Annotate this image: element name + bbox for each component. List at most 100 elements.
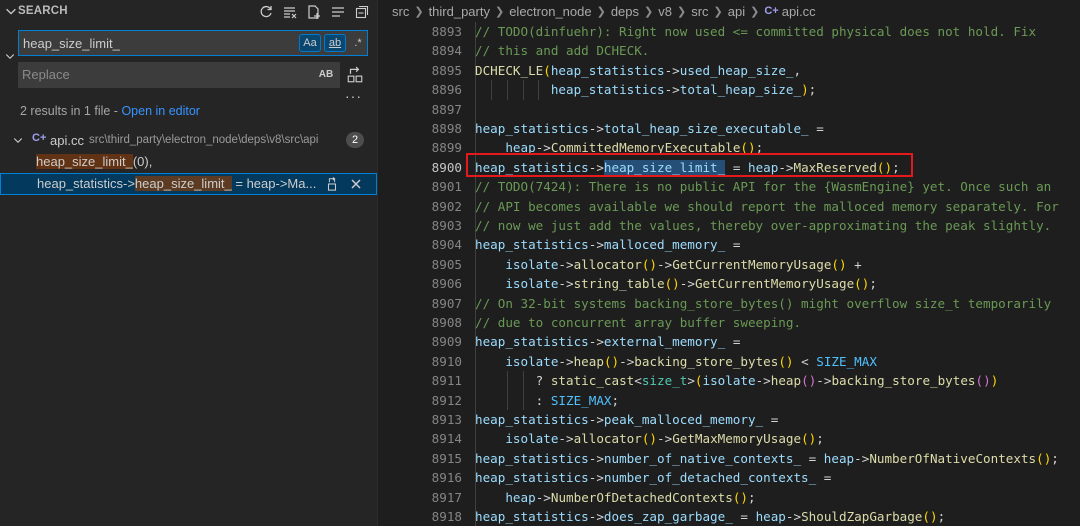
- line-number: 8915: [431, 450, 462, 466]
- match-context: = heap->Ma...: [231, 176, 317, 191]
- code-line: 8909 heap_statistics->external_memory_ =: [378, 332, 1080, 351]
- search-sidebar: SEARCH Aa ab .* AB: [0, 0, 377, 526]
- code-line: 8914 isolate->allocator()->GetMaxMemoryU…: [378, 429, 1080, 448]
- collapse-all-icon[interactable]: [353, 3, 371, 21]
- line-content: isolate->allocator()->GetCurrentMemoryUs…: [505, 256, 862, 272]
- code-line: 8896 heap_statistics->total_heap_size_);: [378, 80, 1080, 99]
- line-number: 8900: [431, 159, 462, 175]
- breadcrumb-item[interactable]: deps: [611, 4, 639, 19]
- more-options-icon[interactable]: ···: [345, 88, 362, 104]
- code-line: 8903 // now we just add the values, there…: [378, 216, 1080, 235]
- chevron-down-icon[interactable]: [12, 134, 24, 146]
- line-number: 8906: [431, 276, 462, 292]
- breadcrumb-item[interactable]: third_party: [429, 4, 490, 19]
- line-number: 8918: [431, 509, 462, 524]
- code-line: 8918 heap_statistics->does_zap_garbage_ =…: [378, 507, 1080, 526]
- breadcrumb-item[interactable]: src: [691, 4, 708, 19]
- breadcrumb-item[interactable]: v8: [658, 4, 672, 19]
- search-actions: [257, 3, 371, 21]
- refresh-icon[interactable]: [257, 3, 275, 21]
- search-result-match-selected[interactable]: heap_statistics->heap_size_limit_ = heap…: [0, 173, 377, 195]
- line-number: 8916: [431, 470, 462, 486]
- code-line: 8897: [378, 100, 1080, 119]
- line-number: 8905: [431, 256, 462, 272]
- line-content: // now we just add the values, thereby o…: [475, 218, 1052, 233]
- code-line: 8898 heap_statistics->total_heap_size_exe…: [378, 119, 1080, 138]
- line-content: heap_statistics->external_memory_ =: [475, 334, 741, 350]
- regex-toggle[interactable]: .*: [349, 34, 367, 52]
- chevron-right-icon: ❯: [414, 5, 424, 18]
- line-content: : SIZE_MAX;: [475, 392, 620, 408]
- code-line: 8902 // API becomes available we should r…: [378, 197, 1080, 216]
- breadcrumb: src ❯ third_party ❯ electron_node ❯ deps ❯ v…: [378, 0, 1080, 22]
- code-line: 8917 heap->NumberOfDetachedContexts();: [378, 488, 1080, 507]
- line-number: 8917: [431, 489, 462, 505]
- line-number: 8908: [431, 315, 462, 330]
- breadcrumb-item[interactable]: api: [728, 4, 745, 19]
- toggle-replace-icon[interactable]: [4, 50, 16, 62]
- line-number: 8898: [431, 121, 462, 136]
- match-context: heap_statistics->: [37, 176, 135, 191]
- open-in-editor-link[interactable]: Open in editor: [121, 104, 200, 118]
- view-as-tree-icon[interactable]: [329, 3, 347, 21]
- chevron-right-icon: ❯: [750, 5, 760, 18]
- line-content: heap_statistics->number_of_native_contex…: [475, 450, 1059, 466]
- chevron-right-icon: ❯: [644, 5, 654, 18]
- match-case-toggle[interactable]: Aa: [299, 34, 321, 52]
- preserve-case-toggle[interactable]: AB: [315, 65, 337, 83]
- replace-input-box: AB: [18, 62, 340, 88]
- line-number: 8909: [431, 334, 462, 350]
- code-line: 8901 // TODO(7424): There is no public AP…: [378, 177, 1080, 196]
- line-number: 8901: [431, 179, 462, 195]
- line-number: 8894: [431, 43, 462, 59]
- line-number: 8912: [431, 392, 462, 408]
- line-number: 8895: [431, 62, 462, 78]
- replace-input[interactable]: [22, 65, 292, 83]
- replace-icon[interactable]: [324, 176, 340, 192]
- code-line: 8904 heap_statistics->malloced_memory_ =: [378, 235, 1080, 254]
- new-search-editor-icon[interactable]: [305, 3, 323, 21]
- breadcrumb-item[interactable]: electron_node: [509, 4, 591, 19]
- search-header: SEARCH: [0, 0, 377, 24]
- line-number: 8903: [431, 218, 462, 233]
- line-content: isolate->heap()->backing_store_bytes() <…: [505, 353, 877, 369]
- cpp-file-icon: C+: [32, 132, 47, 144]
- result-file-row[interactable]: C+ api.cc src\third_party\electron_node\…: [0, 130, 377, 150]
- code-line: 8907 // On 32-bit systems backing_store_b…: [378, 294, 1080, 313]
- dismiss-icon[interactable]: [348, 176, 364, 192]
- chevron-right-icon: ❯: [676, 5, 687, 18]
- match-context: (0),: [132, 154, 153, 169]
- line-content: heap_statistics->total_heap_size_executa…: [475, 121, 824, 136]
- line-content: heap_statistics->number_of_detached_cont…: [475, 470, 832, 486]
- replace-all-icon[interactable]: [346, 66, 364, 84]
- code-line: 8908 // due to concurrent array buffer sw…: [378, 313, 1080, 332]
- clear-results-icon[interactable]: [281, 3, 299, 21]
- chevron-right-icon: ❯: [713, 5, 723, 18]
- search-result-match[interactable]: heap_size_limit_(0),: [0, 151, 377, 173]
- search-input[interactable]: [23, 34, 293, 52]
- match-actions: [324, 176, 364, 192]
- code-line: 8915 heap_statistics->number_of_native_co…: [378, 449, 1080, 468]
- match-highlight: heap_size_limit_: [36, 154, 133, 169]
- chevron-down-icon[interactable]: [4, 4, 18, 18]
- line-number: 8910: [431, 353, 462, 369]
- line-number: 8907: [431, 295, 462, 311]
- line-number: 8914: [431, 431, 462, 447]
- line-number: 8913: [431, 412, 462, 427]
- code-line: 8910 isolate->heap()->backing_store_byte…: [378, 352, 1080, 371]
- line-content: heap_statistics->total_heap_size_);: [550, 82, 817, 98]
- code-line: 8895 DCHECK_LE(heap_statistics->used_heap…: [378, 61, 1080, 80]
- line-content: heap_statistics->peak_malloced_memory_ =: [475, 412, 779, 427]
- results-summary: 2 results in 1 file - Open in editor: [20, 104, 200, 118]
- code-editor[interactable]: src ❯ third_party ❯ electron_node ❯ deps ❯ v…: [378, 0, 1080, 526]
- line-content: isolate->allocator()->GetMaxMemoryUsage(…: [505, 431, 824, 447]
- breadcrumb-item[interactable]: api.cc: [782, 4, 816, 19]
- match-whole-word-toggle[interactable]: ab: [324, 34, 346, 52]
- breadcrumb-item[interactable]: src: [392, 4, 409, 19]
- line-content: heap_statistics->malloced_memory_ =: [475, 237, 741, 253]
- line-number: 8893: [431, 24, 462, 39]
- match-text: heap_size_limit_(0),: [36, 154, 152, 169]
- result-file-path: src\third_party\electron_node\deps\v8\sr…: [89, 134, 319, 146]
- match-text: heap_statistics->heap_size_limit_ = heap…: [37, 176, 316, 191]
- highlight-annotation-box: [466, 153, 913, 177]
